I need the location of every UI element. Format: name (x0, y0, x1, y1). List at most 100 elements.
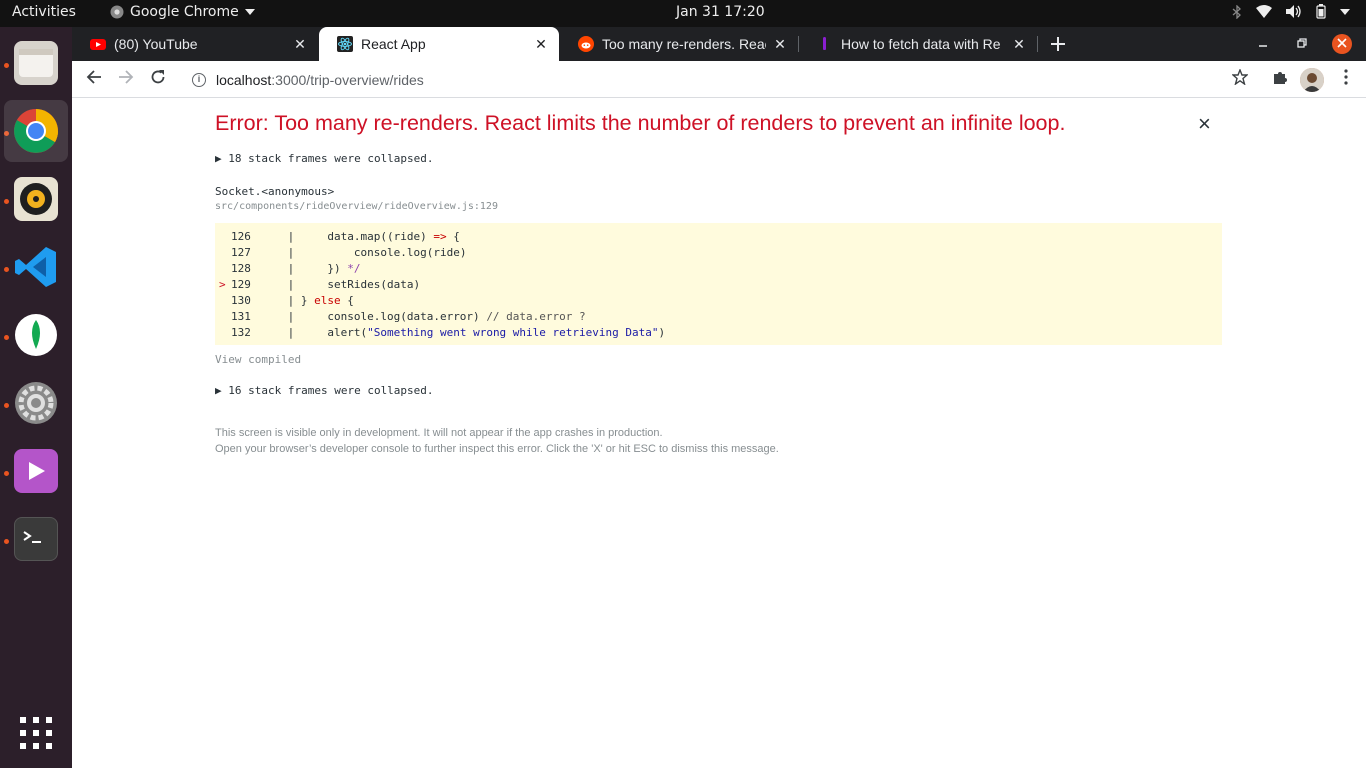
error-line-marker: > (219, 278, 226, 291)
dock-mongodb-compass[interactable] (4, 304, 68, 366)
code-comment: // data.error ? (486, 310, 586, 323)
extensions-button[interactable] (1268, 68, 1292, 92)
dock-show-apps[interactable] (4, 702, 68, 764)
address-bar[interactable]: i localhost:3000/trip-overview/rides (180, 65, 1260, 95)
line-number: 131 (231, 310, 251, 323)
line-separator: | (281, 294, 301, 307)
code-line: 131 | console.log(data.error) // data.er… (219, 310, 1222, 326)
site-info-icon[interactable]: i (192, 73, 206, 87)
collapsed-frames-toggle-bottom[interactable]: ▶ 16 stack frames were collapsed. (215, 384, 434, 397)
collapsed-frames-toggle-top[interactable]: ▶ 18 stack frames were collapsed. (215, 152, 434, 165)
error-close-button[interactable]: × (1198, 111, 1211, 137)
code-string: "Something went wrong while retrieving D… (367, 326, 659, 339)
bookmark-button[interactable] (1228, 68, 1252, 92)
restore-icon (1297, 38, 1307, 48)
line-number: 128 (231, 262, 251, 275)
arrow-left-icon (86, 70, 101, 84)
minimize-button[interactable] (1253, 34, 1273, 54)
line-number: 127 (231, 246, 251, 259)
system-menu-chevron-icon (1340, 8, 1350, 15)
line-number: 130 (231, 294, 251, 307)
new-tab-button[interactable] (1048, 34, 1068, 54)
tab-youtube[interactable]: (80) YouTube ✕ (72, 27, 318, 61)
dock-settings[interactable] (4, 372, 68, 434)
line-marker (219, 230, 231, 246)
code-comment: */ (347, 262, 361, 275)
forward-button[interactable] (114, 68, 138, 92)
window-close-button[interactable] (1332, 34, 1352, 54)
dev-notice-line-1: This screen is visible only in developme… (215, 427, 663, 439)
line-separator: | (281, 246, 354, 259)
arrow-right-icon (119, 70, 134, 84)
code-line: 132 | alert("Something went wrong while … (219, 326, 1222, 342)
view-compiled-link[interactable]: View compiled (215, 353, 301, 366)
line-marker (219, 310, 231, 326)
app-grid-icon (20, 717, 52, 749)
back-button[interactable] (82, 68, 106, 92)
chrome-icon (14, 109, 58, 153)
plus-icon (1051, 37, 1065, 51)
code-line: 128 | }) */ (219, 262, 1222, 278)
chrome-menu-button[interactable] (1334, 68, 1358, 92)
app-menu-label: Google Chrome (130, 4, 239, 20)
system-tray[interactable] (1232, 4, 1350, 19)
line-marker (219, 246, 231, 262)
url-host: localhost (216, 72, 272, 88)
tab-title: React App (361, 36, 426, 52)
kebab-menu-icon (1344, 69, 1348, 85)
line-separator: | (281, 310, 328, 323)
browser-toolbar: i localhost:3000/trip-overview/rides (72, 61, 1366, 98)
youtube-icon (90, 39, 106, 50)
battery-icon (1316, 4, 1326, 19)
chevron-down-icon (244, 9, 255, 15)
reload-button[interactable] (146, 68, 170, 92)
maximize-button[interactable] (1292, 34, 1312, 54)
dock-chrome[interactable] (4, 100, 68, 162)
clock[interactable]: Jan 31 17:20 (676, 4, 765, 20)
code-text: data.map((ride) (327, 230, 434, 243)
star-icon (1231, 68, 1249, 86)
wifi-icon (1256, 5, 1272, 18)
chrome-small-icon (110, 5, 124, 19)
tab-react-app[interactable]: React App ✕ (319, 27, 559, 61)
dock-vscode[interactable] (4, 236, 68, 298)
code-text: ) (658, 326, 666, 339)
close-icon (1337, 38, 1347, 48)
files-icon (14, 41, 58, 85)
tab-dev-article[interactable]: How to fetch data with Re ✕ (799, 27, 1037, 61)
code-text: console.log(data.error) (327, 310, 487, 323)
tab-close-button[interactable]: ✕ (772, 36, 788, 53)
code-text: console.log(ride) (353, 246, 467, 259)
tab-reddit[interactable]: Too many re-renders. Reac ✕ (560, 27, 798, 61)
code-text: setRides(data) (327, 278, 421, 291)
dock-terminal[interactable] (4, 508, 68, 570)
code-text: alert( (327, 326, 368, 339)
code-line: 126 | data.map((ride) => { (219, 230, 1222, 246)
app-menu[interactable]: Google Chrome (110, 4, 255, 20)
tab-strip: (80) YouTube ✕ React App ✕ Too many re-r… (72, 27, 1366, 61)
code-text: } (300, 294, 315, 307)
stack-frame-file-link[interactable]: src/components/rideOverview/rideOverview… (215, 201, 498, 212)
vscode-icon (15, 247, 56, 287)
settings-icon (15, 382, 57, 424)
code-keyword: else (314, 294, 341, 307)
line-marker (219, 294, 231, 310)
profile-avatar[interactable] (1300, 68, 1324, 92)
dock-video-player[interactable] (4, 440, 68, 502)
code-text: { (340, 294, 354, 307)
minimize-icon (1259, 45, 1267, 47)
activities-button[interactable]: Activities (12, 4, 76, 20)
dev-icon (823, 37, 826, 50)
line-separator: | (281, 326, 328, 339)
tab-close-button[interactable]: ✕ (533, 36, 549, 53)
code-line: 127 | console.log(ride) (219, 246, 1222, 262)
tab-close-button[interactable]: ✕ (1011, 36, 1027, 53)
dock (0, 27, 72, 768)
line-separator: | (281, 278, 328, 291)
tab-close-button[interactable]: ✕ (292, 36, 308, 53)
react-error-overlay: Error: Too many re-renders. React limits… (72, 99, 1366, 768)
code-text: { (453, 230, 460, 243)
dock-rhythmbox[interactable] (4, 168, 68, 230)
dock-files[interactable] (4, 32, 68, 94)
code-snippet: 126 | data.map((ride) => { 127 | console… (215, 223, 1222, 345)
